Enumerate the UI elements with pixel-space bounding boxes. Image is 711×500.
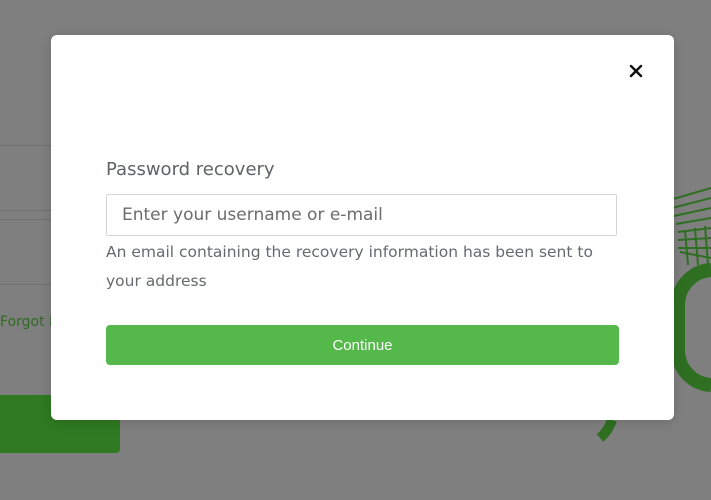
password-recovery-dialog: Password recovery An email containing th… (51, 35, 674, 420)
continue-button[interactable]: Continue (106, 325, 619, 365)
dialog-title: Password recovery (106, 159, 275, 180)
close-button[interactable] (626, 61, 646, 81)
recovery-info-message: An email containing the recovery informa… (106, 243, 593, 290)
background-forgot-link: Forgot P (0, 314, 58, 330)
username-email-input[interactable] (106, 194, 617, 236)
close-icon (629, 64, 643, 78)
